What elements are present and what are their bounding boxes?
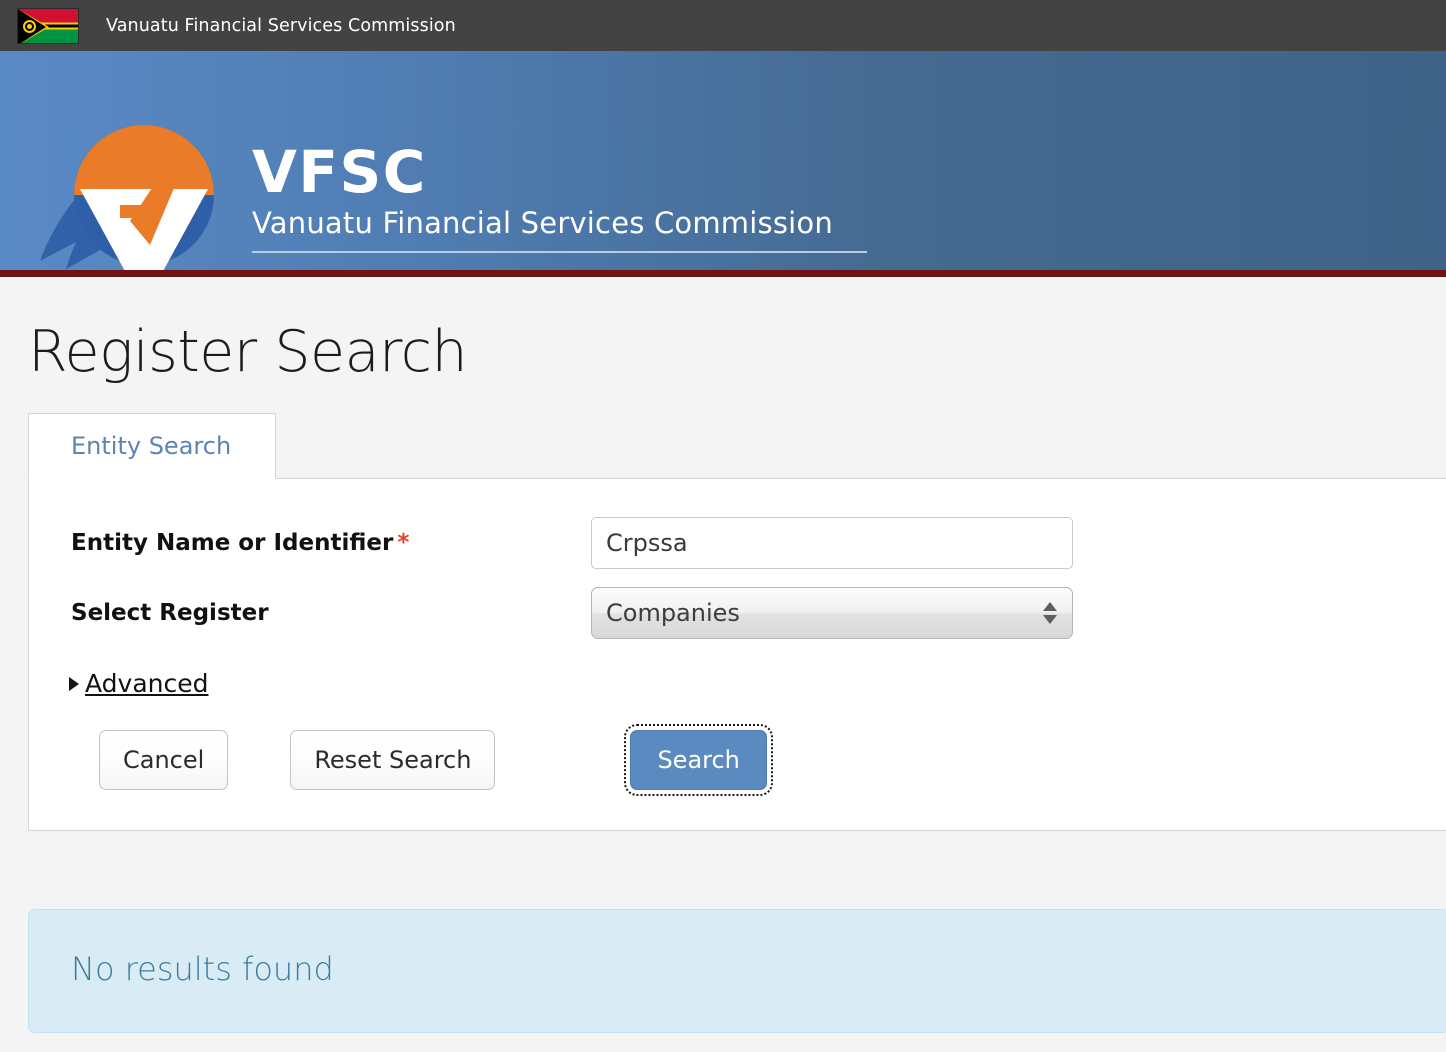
tab-entity-search[interactable]: Entity Search [28, 413, 277, 480]
brand-title-block: VFSC Vanuatu Financial Services Commissi… [252, 138, 892, 254]
government-top-bar: Vanuatu Financial Services Commission [0, 0, 1446, 51]
search-button[interactable]: Search [624, 724, 773, 797]
brand-divider [252, 251, 867, 254]
reset-search-button[interactable]: Reset Search [290, 730, 496, 791]
results-area: No results found [0, 909, 1446, 1034]
entity-name-label-text: Entity Name or Identifier [71, 530, 394, 557]
entity-name-label: Entity Name or Identifier * [71, 530, 591, 556]
vfsc-logo-icon[interactable] [30, 121, 235, 270]
page-content: Register Search Entity Search Entity Nam… [0, 277, 1446, 1034]
brand-subtitle: Vanuatu Financial Services Commission [252, 206, 833, 240]
no-results-message: No results found [28, 909, 1446, 1034]
cancel-button[interactable]: Cancel [99, 730, 229, 791]
search-form-panel: Entity Name or Identifier* Select Regist… [28, 479, 1446, 832]
select-register-dropdown[interactable]: Companies [591, 587, 1073, 640]
tab-strip: Entity Search [28, 413, 1446, 480]
select-register-value: Companies [606, 599, 740, 628]
page-title: Register Search [28, 319, 468, 385]
entity-name-input[interactable] [591, 517, 1073, 570]
advanced-label: Advanced [85, 669, 209, 699]
required-asterisk: * [397, 530, 410, 557]
form-row-entity-name: Entity Name or Identifier * [29, 515, 1446, 571]
advanced-toggle[interactable]: Advanced [29, 655, 1446, 698]
form-button-row: Cancel Reset Search Search [29, 698, 1446, 797]
tab-entity-search-label: Entity Search [71, 432, 232, 460]
up-down-arrows-icon [1043, 602, 1057, 625]
brand-acronym: VFSC [252, 138, 427, 206]
form-row-select-register: Select Register Companies [29, 585, 1446, 641]
triangle-right-icon [69, 676, 79, 691]
select-register-label: Select Register [71, 600, 269, 627]
site-header: VFSC Vanuatu Financial Services Commissi… [0, 51, 1446, 277]
vanuatu-flag-icon [17, 7, 79, 44]
government-bar-title: Vanuatu Financial Services Commission [106, 15, 456, 36]
